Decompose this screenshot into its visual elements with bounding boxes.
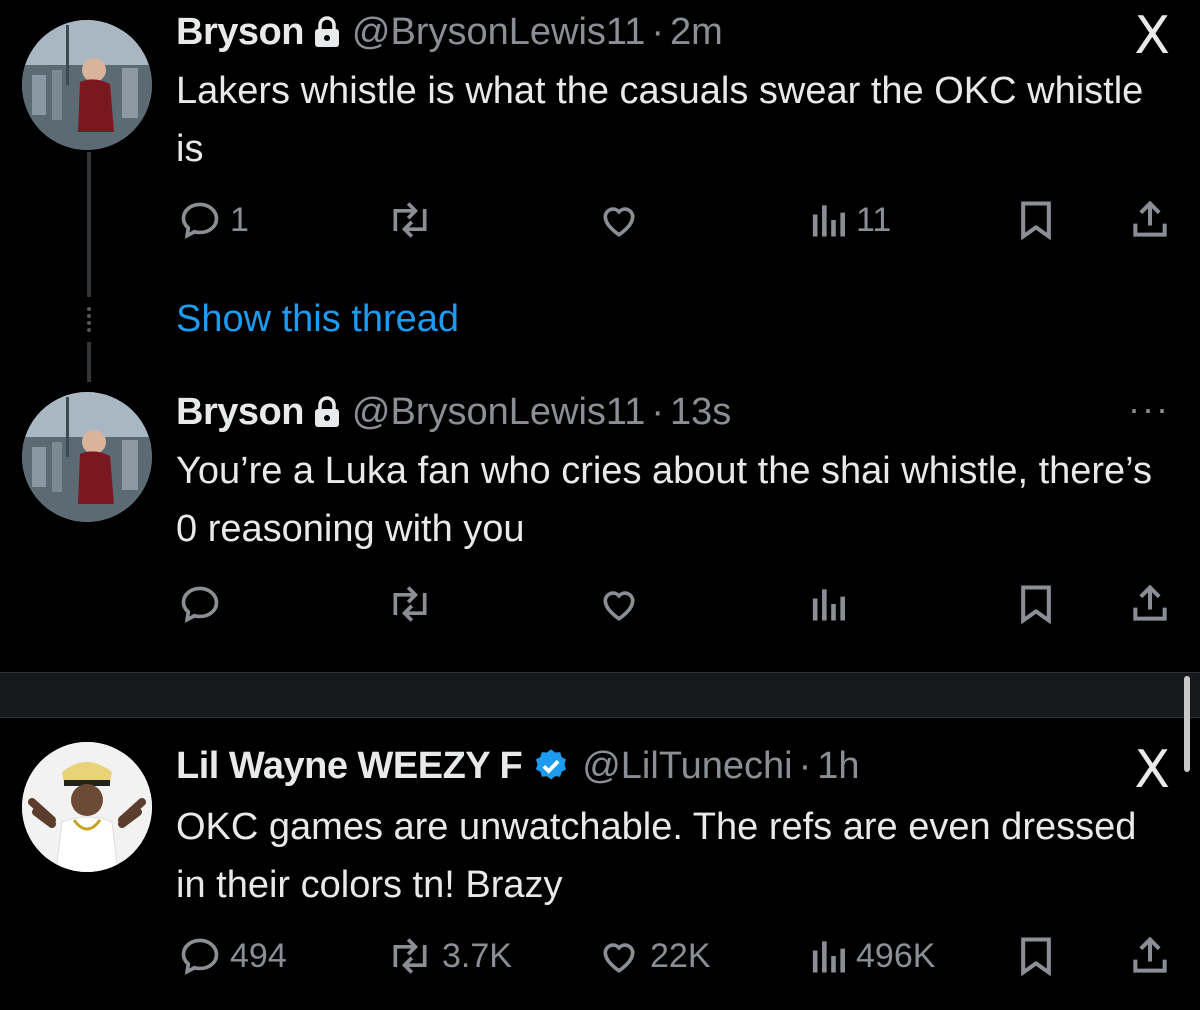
- views-icon: [812, 589, 845, 621]
- reply-button[interactable]: 1: [178, 190, 249, 250]
- author-handle[interactable]: @BrysonLewis11: [352, 391, 645, 434]
- verified-badge-icon: [532, 747, 570, 785]
- show-thread-link[interactable]: Show this thread: [176, 298, 459, 341]
- heart-icon: [603, 591, 635, 621]
- tweet-3[interactable]: Lil Wayne WEEZY F @LilTunechi · 1h X OKC…: [0, 726, 1200, 1010]
- reply-count: 494: [230, 936, 287, 975]
- views-button[interactable]: [808, 574, 856, 634]
- author-name[interactable]: Bryson: [176, 391, 304, 434]
- time-separator: ·: [651, 390, 665, 433]
- tweet-text: You’re a Luka fan who cries about the sh…: [176, 450, 1152, 550]
- x-logo-icon: X: [1134, 6, 1170, 66]
- reply-count: 1: [230, 200, 249, 239]
- tweet-text: Lakers whistle is what the casuals swear…: [176, 70, 1144, 170]
- heart-icon: [603, 943, 635, 973]
- retweet-count: 3.7K: [442, 936, 512, 975]
- share-button[interactable]: [1128, 574, 1172, 634]
- views-icon: [812, 205, 845, 237]
- timestamp[interactable]: 13s: [670, 391, 731, 434]
- reply-button[interactable]: 494: [178, 926, 287, 986]
- views-count: 496K: [856, 936, 936, 975]
- section-divider: [0, 672, 1200, 718]
- tweet-header: Bryson @BrysonLewis11 · 2m: [176, 8, 723, 56]
- tweet-actions: [0, 574, 1200, 634]
- bookmark-button[interactable]: [1016, 574, 1056, 634]
- time-separator: ·: [651, 10, 665, 53]
- reply-icon: [181, 938, 219, 975]
- author-handle[interactable]: @LilTunechi: [582, 745, 792, 788]
- avatar[interactable]: [22, 20, 152, 150]
- bookmark-icon: [1021, 937, 1051, 977]
- share-icon: [1133, 584, 1167, 621]
- like-button[interactable]: [596, 574, 650, 634]
- bookmark-icon: [1021, 585, 1051, 625]
- views-button[interactable]: 11: [808, 190, 891, 250]
- avatar[interactable]: [22, 392, 152, 522]
- views-icon: [812, 941, 845, 973]
- tweet-text: OKC games are unwatchable. The refs are …: [176, 806, 1137, 906]
- lock-icon: [314, 16, 340, 48]
- reply-icon: [181, 202, 219, 239]
- author-name[interactable]: Lil Wayne WEEZY F: [176, 745, 523, 788]
- heart-icon: [603, 207, 635, 237]
- retweet-icon: [393, 202, 427, 238]
- share-icon: [1133, 200, 1167, 237]
- retweet-button[interactable]: 3.7K: [386, 926, 512, 986]
- reply-button[interactable]: [178, 574, 230, 634]
- like-button[interactable]: 22K: [596, 926, 711, 986]
- share-icon: [1133, 936, 1167, 973]
- retweet-icon: [393, 938, 427, 974]
- bookmark-button[interactable]: [1016, 926, 1056, 986]
- tweet-header: Bryson @BrysonLewis11 · 13s: [176, 388, 731, 436]
- tweet-2[interactable]: Bryson @BrysonLewis11 · 13s ··· You’re a…: [0, 380, 1200, 660]
- share-button[interactable]: [1128, 926, 1172, 986]
- retweet-button[interactable]: [386, 190, 442, 250]
- timestamp[interactable]: 2m: [670, 11, 723, 54]
- like-button[interactable]: [596, 190, 650, 250]
- timestamp[interactable]: 1h: [817, 745, 859, 788]
- more-icon[interactable]: ···: [1128, 388, 1170, 430]
- bookmark-icon: [1021, 201, 1051, 241]
- x-logo-icon: X: [1134, 740, 1170, 800]
- share-button[interactable]: [1128, 190, 1172, 250]
- retweet-icon: [393, 586, 427, 622]
- retweet-button[interactable]: [386, 574, 442, 634]
- tweet-actions: 494 3.7K 22K 496K: [0, 926, 1200, 986]
- author-handle[interactable]: @BrysonLewis11: [352, 11, 645, 54]
- author-name[interactable]: Bryson: [176, 11, 304, 54]
- tweet-header: Lil Wayne WEEZY F @LilTunechi · 1h: [176, 742, 860, 790]
- lock-icon: [314, 396, 340, 428]
- views-button[interactable]: 496K: [808, 926, 935, 986]
- tweet-actions: 1 11: [0, 190, 1200, 250]
- time-separator: ·: [798, 744, 812, 787]
- bookmark-button[interactable]: [1016, 190, 1056, 250]
- views-count: 11: [856, 200, 892, 239]
- like-count: 22K: [650, 936, 711, 975]
- reply-icon: [181, 586, 219, 623]
- avatar[interactable]: [22, 742, 152, 872]
